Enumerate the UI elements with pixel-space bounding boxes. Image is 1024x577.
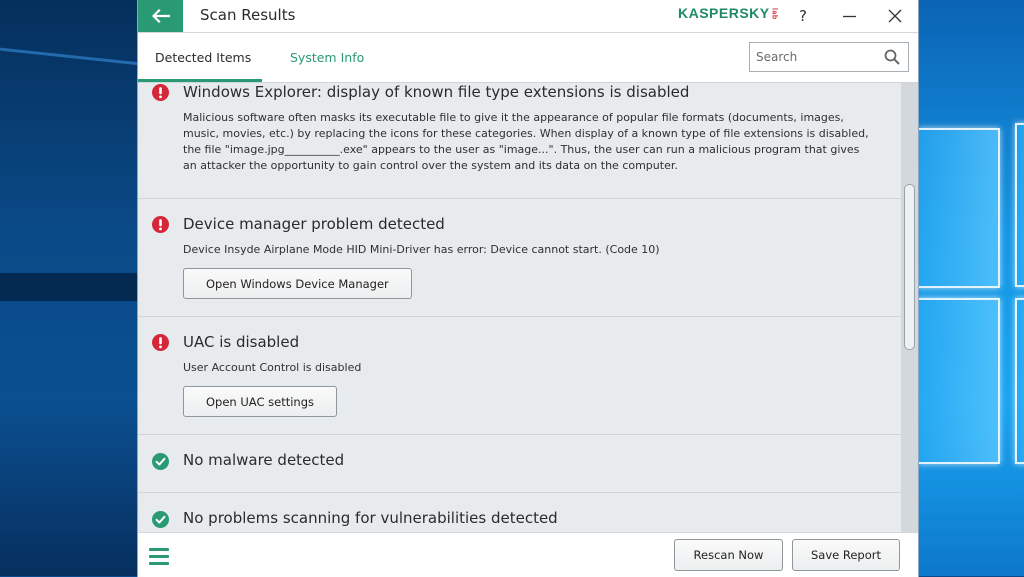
save-report-button[interactable]: Save Report — [792, 539, 900, 571]
search-icon[interactable] — [884, 49, 900, 65]
tab-detected-items[interactable]: Detected Items — [155, 50, 251, 65]
exclamation-circle-icon — [152, 84, 169, 101]
result-title: No problems scanning for vulnerabilities… — [183, 509, 558, 527]
help-icon: ? — [799, 7, 807, 25]
exclamation-circle-icon — [152, 334, 169, 351]
results-list: Windows Explorer: display of known file … — [138, 83, 901, 532]
windows-logo-pane — [1015, 298, 1024, 464]
back-button[interactable] — [138, 0, 183, 32]
check-circle-icon — [152, 511, 169, 528]
result-item-vulnerabilities: No problems scanning for vulnerabilities… — [138, 493, 901, 532]
search-box — [749, 42, 909, 72]
result-item-file-extensions: Windows Explorer: display of known file … — [138, 83, 901, 199]
result-item-uac: UAC is disabled User Account Control is … — [138, 317, 901, 435]
close-button[interactable] — [872, 0, 918, 32]
desktop-wallpaper-left — [0, 0, 150, 576]
open-uac-settings-button[interactable]: Open UAC settings — [183, 386, 337, 417]
brand-suffix: lab — [770, 8, 778, 21]
result-description: Device Insyde Airplane Mode HID Mini-Dri… — [183, 243, 660, 256]
result-item-malware: No malware detected — [138, 435, 901, 493]
minimize-icon — [842, 15, 856, 17]
scan-results-window: Scan Results KASPERSKYlab ? Detected Ite… — [138, 0, 918, 577]
title-bar: Scan Results KASPERSKYlab ? — [138, 0, 918, 33]
result-title: UAC is disabled — [183, 333, 300, 351]
kaspersky-logo: KASPERSKYlab — [678, 5, 778, 21]
menu-button[interactable] — [149, 548, 169, 566]
desktop-wallpaper-right — [918, 0, 1024, 576]
result-title: No malware detected — [183, 451, 345, 469]
windows-logo-pane — [918, 128, 1000, 288]
window-title: Scan Results — [200, 6, 296, 24]
minimize-button[interactable] — [826, 0, 872, 32]
wallpaper-dark-band — [0, 273, 140, 301]
result-title: Windows Explorer: display of known file … — [183, 83, 690, 101]
result-description: User Account Control is disabled — [183, 361, 362, 374]
vertical-scrollbar[interactable] — [901, 83, 918, 532]
check-circle-icon — [152, 453, 169, 470]
result-item-device-manager: Device manager problem detected Device I… — [138, 199, 901, 317]
tab-bar: Detected Items System Info — [138, 33, 918, 83]
windows-logo-pane — [1015, 123, 1024, 287]
wallpaper-light-beam — [0, 46, 150, 67]
active-tab-indicator — [138, 79, 262, 82]
result-title: Device manager problem detected — [183, 215, 445, 233]
search-input[interactable] — [754, 49, 878, 65]
scrollbar-thumb[interactable] — [904, 184, 915, 350]
close-icon — [888, 9, 902, 23]
footer-bar: Rescan Now Save Report — [138, 532, 918, 577]
rescan-now-button[interactable]: Rescan Now — [674, 539, 783, 571]
arrow-left-icon — [151, 9, 170, 23]
windows-logo-pane — [918, 298, 1000, 464]
exclamation-circle-icon — [152, 216, 169, 233]
open-device-manager-button[interactable]: Open Windows Device Manager — [183, 268, 412, 299]
brand-name: KASPERSKY — [678, 5, 770, 21]
tab-system-info[interactable]: System Info — [290, 50, 364, 65]
help-button[interactable]: ? — [780, 0, 826, 32]
hamburger-icon — [149, 548, 169, 565]
result-description: Malicious software often masks its execu… — [183, 111, 869, 172]
